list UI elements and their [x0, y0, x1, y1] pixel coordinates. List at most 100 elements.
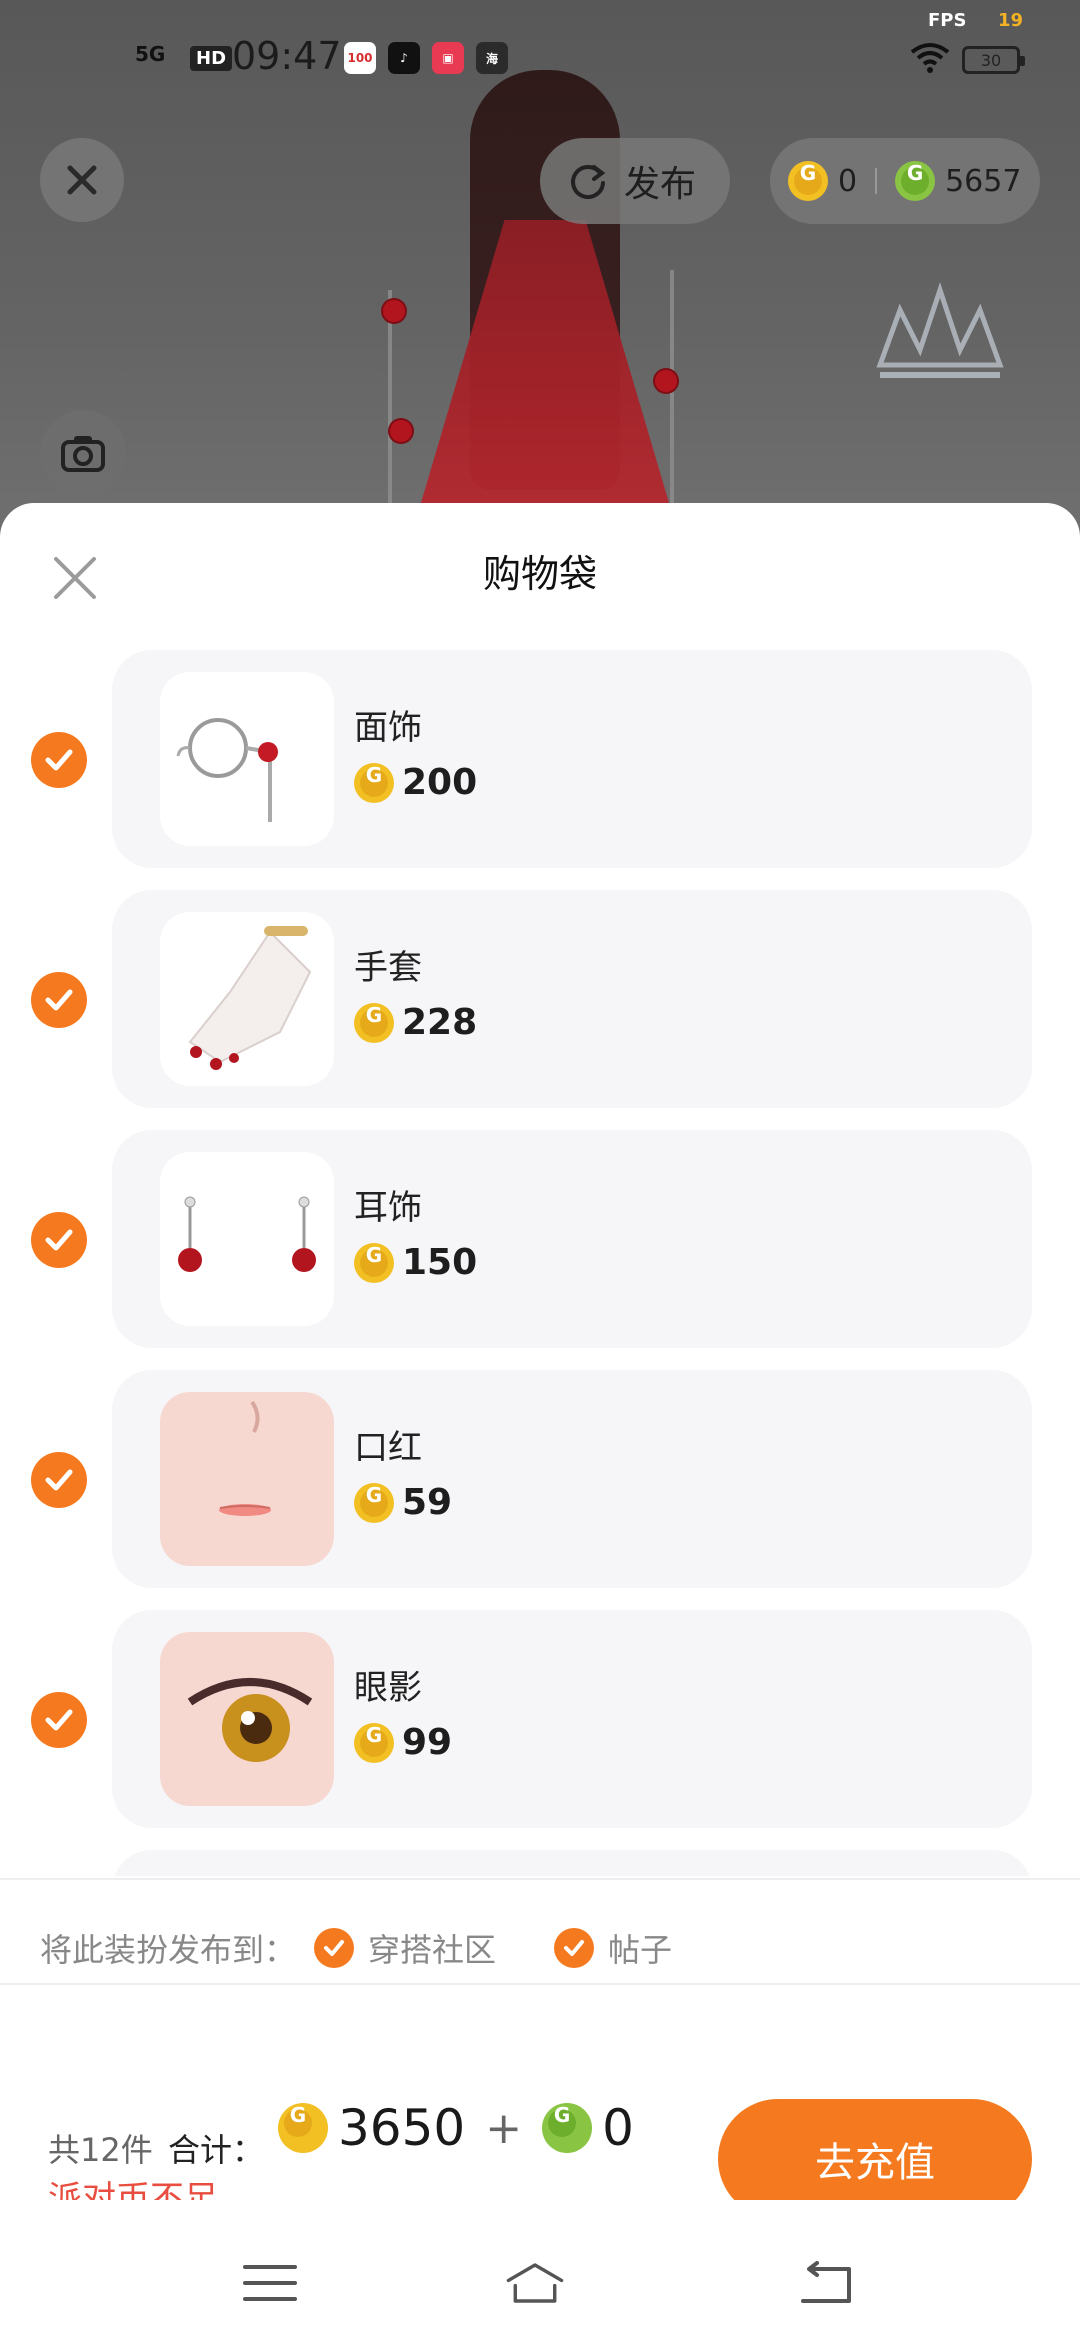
item-thumbnail-face-accessory: [160, 672, 334, 846]
rose-decor: [390, 420, 412, 442]
chain-decor: [388, 290, 392, 510]
sheet-title: 购物袋: [482, 552, 597, 596]
item-thumbnail-gloves: [160, 912, 334, 1086]
item-checkbox[interactable]: [31, 732, 87, 788]
item-price: 228: [354, 1002, 477, 1043]
total-price: 3650 + 0: [278, 2099, 634, 2157]
plus-sign: +: [485, 2102, 523, 2154]
total-label: 合计：: [168, 2131, 265, 2169]
app-icon-hai: 海: [476, 42, 508, 74]
back-button[interactable]: [795, 2258, 855, 2308]
coin-icon: [354, 1482, 394, 1523]
item-card[interactable]: 口红 59: [112, 1370, 1032, 1588]
list-item[interactable]: 耳饰 150: [0, 1130, 1080, 1350]
item-checkbox[interactable]: [31, 1212, 87, 1268]
list-item[interactable]: 眼影 99: [0, 1610, 1080, 1830]
video-app-icon: ▣: [432, 42, 464, 74]
item-price: 59: [354, 1482, 452, 1523]
refresh-icon: [571, 165, 606, 200]
total-gold: 3650: [338, 2099, 466, 2157]
shopping-bag-sheet: 购物袋 面饰 200: [0, 503, 1080, 2340]
coin-icon: [354, 1722, 394, 1763]
item-thumbnail-earrings: [160, 1152, 334, 1326]
item-checkbox[interactable]: [31, 1452, 87, 1508]
item-price-value: 150: [402, 1242, 478, 1283]
check-icon: [45, 1709, 73, 1731]
item-price-value: 99: [402, 1722, 453, 1763]
network-indicator: 5G: [135, 42, 166, 66]
divider: [0, 1983, 1080, 1985]
gold-coin-icon: [788, 161, 828, 201]
publish-option-label: 帖子: [608, 1931, 673, 1969]
rose-decor: [383, 300, 405, 322]
list-item[interactable]: 面饰 200: [0, 650, 1080, 870]
close-button[interactable]: [40, 138, 124, 222]
check-icon: [45, 1229, 73, 1251]
item-price-value: 59: [402, 1482, 453, 1523]
home-button[interactable]: [505, 2258, 565, 2308]
item-card[interactable]: 手套 228: [112, 890, 1032, 1108]
item-name: 手套: [354, 948, 422, 988]
item-price: 99: [354, 1722, 452, 1763]
publish-target-row: 将此装扮发布到： 穿搭社区 帖子: [40, 1918, 730, 1978]
check-icon: [45, 1469, 73, 1491]
menu-icon: [243, 2265, 297, 2301]
balance-divider: [875, 168, 878, 194]
coin-icon: [354, 1002, 394, 1043]
check-icon: [45, 749, 73, 771]
item-thumbnail-lipstick: [160, 1392, 334, 1566]
hd-badge: HD: [190, 46, 233, 71]
item-price: 200: [354, 762, 477, 803]
green-coin-icon: [895, 161, 936, 201]
item-card[interactable]: 耳饰 150: [112, 1130, 1032, 1348]
home-icon: [506, 2263, 564, 2303]
status-bar: 5G HD 09:47 100 ♪ ▣ 海 FPS 19 30: [0, 0, 1080, 110]
check-icon: [45, 989, 73, 1011]
system-nav-bar: [0, 2200, 1080, 2340]
item-name: 口红: [354, 1428, 422, 1468]
item-thumbnail-eyeshadow: [160, 1632, 334, 1806]
item-card[interactable]: 眼影 99: [112, 1610, 1032, 1828]
publish-option-label: 穿搭社区: [368, 1931, 497, 1969]
item-price: 150: [354, 1242, 477, 1283]
camera-button[interactable]: [40, 410, 126, 496]
back-icon: [801, 2261, 851, 2303]
coin-icon: [354, 1242, 394, 1283]
menu-button[interactable]: [240, 2258, 300, 2308]
app-icon-100: 100: [344, 42, 376, 74]
publish-to-label: 将此装扮发布到：: [40, 1931, 297, 1969]
battery-indicator: 30: [962, 46, 1025, 74]
item-count: 共12件: [48, 2131, 153, 2169]
item-name: 面饰: [354, 708, 422, 748]
camera-icon: [61, 436, 105, 472]
fps-value: 19: [998, 10, 1024, 31]
green-balance: 5657: [945, 163, 1022, 199]
item-price-value: 200: [402, 762, 478, 803]
publish-option-community[interactable]: 穿搭社区: [314, 1925, 496, 1971]
divider: [0, 1878, 1080, 1880]
check-icon: [314, 1928, 355, 1968]
list-item[interactable]: 口红 59: [0, 1370, 1080, 1590]
coin-icon: [354, 762, 394, 803]
green-coin-icon: [542, 2103, 593, 2153]
item-card[interactable]: 面饰 200: [112, 650, 1032, 868]
fps-label: FPS: [928, 10, 967, 31]
publish-label: 发布: [624, 164, 697, 205]
wifi-icon: [910, 43, 950, 73]
item-checkbox[interactable]: [31, 972, 87, 1028]
crown-watermark-icon: [876, 282, 1004, 378]
list-item[interactable]: 手套 228: [0, 890, 1080, 1110]
gold-coin-icon: [278, 2103, 328, 2153]
avatar-dress: [410, 220, 680, 540]
item-checkbox[interactable]: [31, 1692, 87, 1748]
publish-option-post[interactable]: 帖子: [554, 1925, 672, 1971]
check-icon: [554, 1928, 595, 1968]
rose-decor: [655, 370, 677, 392]
item-list: 面饰 200: [0, 650, 1080, 1876]
item-name: 耳饰: [354, 1188, 422, 1228]
item-price-value: 228: [402, 1002, 478, 1043]
publish-button[interactable]: 发布: [540, 138, 730, 224]
item-card-partial: [112, 1850, 1032, 1876]
checkout-footer: 共12件 合计： 3650 + 0 派对币不足 去充值: [0, 2063, 1080, 2219]
close-icon: [67, 165, 97, 195]
